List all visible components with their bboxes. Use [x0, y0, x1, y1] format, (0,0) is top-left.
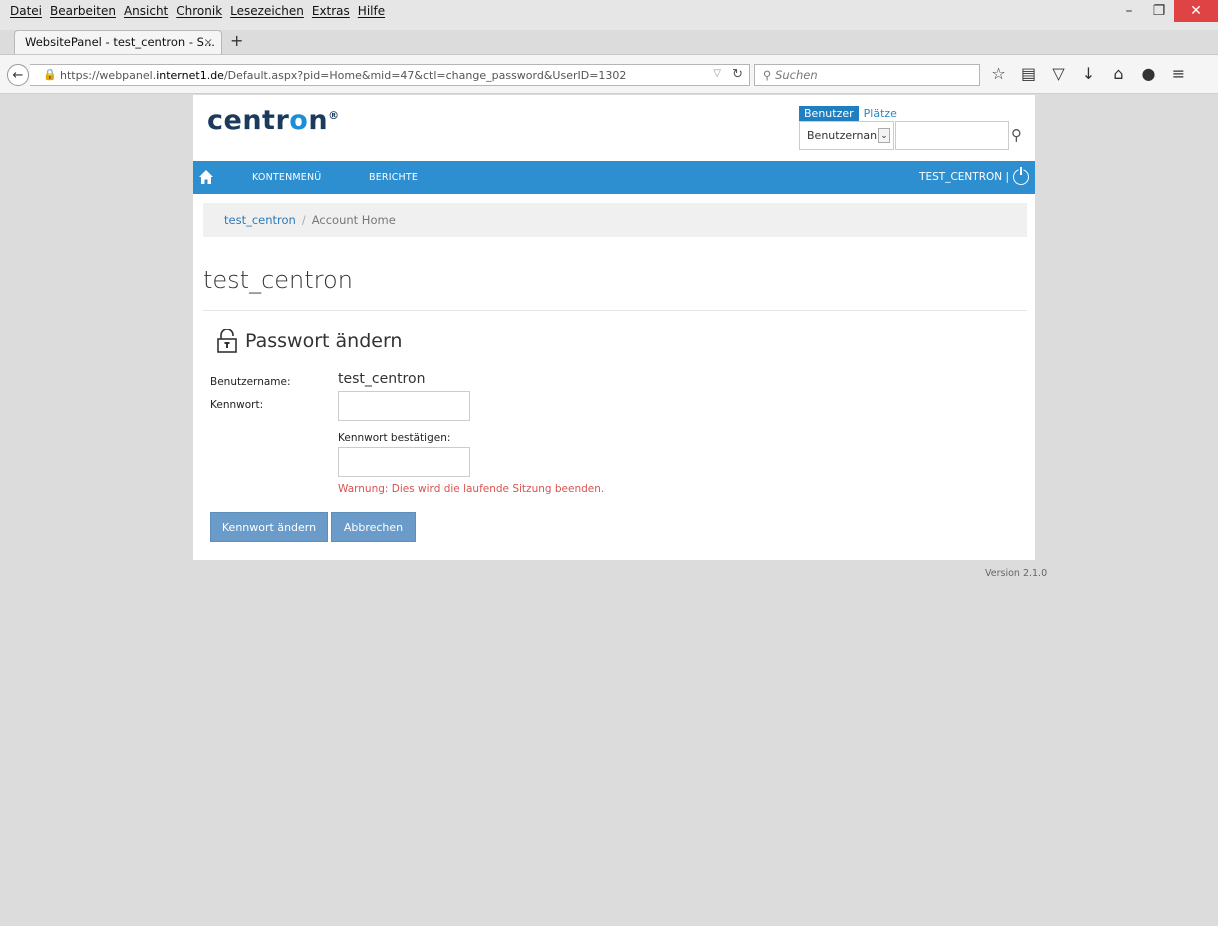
breadcrumb-link[interactable]: test_centron	[224, 213, 296, 227]
menu-extras[interactable]: Extras	[312, 4, 350, 18]
reading-list-icon[interactable]: ▤	[1020, 64, 1037, 83]
search-icon[interactable]: ⚲	[1011, 126, 1022, 144]
hamburger-menu-icon[interactable]: ≡	[1170, 64, 1187, 83]
lock-icon: 🔒	[43, 68, 57, 81]
logo-registered-mark: ®	[328, 109, 340, 122]
nav-user: TEST_CENTRON |	[919, 167, 1029, 185]
download-icon[interactable]: ↓	[1080, 64, 1097, 83]
url-dropdown-icon[interactable]: ▽	[713, 68, 721, 79]
browser-tab[interactable]: WebsitePanel - test_centron - S... ×	[14, 30, 222, 54]
reload-icon[interactable]: ↻	[732, 67, 743, 82]
divider	[203, 310, 1027, 311]
unlock-icon	[217, 329, 237, 353]
logo[interactable]: centron®	[207, 105, 340, 136]
search-placeholder: Suchen	[775, 68, 818, 82]
browser-navbar: ← 🔒 https://webpanel.internet1.de/Defaul…	[0, 54, 1218, 94]
bookmark-star-icon[interactable]: ☆	[990, 64, 1007, 83]
tab-close-icon[interactable]: ×	[203, 35, 213, 49]
menu-lesezeichen[interactable]: Lesezeichen	[230, 4, 304, 18]
nav-username[interactable]: TEST_CENTRON |	[919, 171, 1009, 183]
browser-menubar: Datei Bearbeiten Ansicht Chronik Lesezei…	[0, 0, 1218, 30]
confirm-password-label: Kennwort bestätigen:	[338, 432, 451, 444]
logo-text-start: centr	[207, 105, 290, 136]
menu-ansicht[interactable]: Ansicht	[124, 4, 168, 18]
select-value: Benutzernan	[807, 129, 878, 142]
browser-search-input[interactable]: ⚲ Suchen	[754, 64, 980, 86]
toolbar-icons: ☆ ▤ ▽ ↓ ⌂ ● ≡	[990, 64, 1187, 83]
search-icon: ⚲	[763, 68, 772, 82]
logo-text-accent: o	[289, 105, 309, 136]
username-value: test_centron	[338, 371, 426, 387]
breadcrumb-separator: /	[301, 213, 306, 227]
menu-hilfe[interactable]: Hilfe	[358, 4, 385, 18]
section-title-text: Passwort ändern	[245, 330, 403, 352]
url-bar[interactable]: 🔒 https://webpanel.internet1.de/Default.…	[30, 64, 750, 86]
menu-chronik[interactable]: Chronik	[176, 4, 222, 18]
url-host: internet1.de	[156, 69, 224, 82]
new-tab-button[interactable]: +	[230, 31, 243, 50]
password-label: Kennwort:	[210, 399, 264, 411]
nav-berichte[interactable]: BERICHTE	[369, 172, 418, 183]
cancel-button[interactable]: Abbrechen	[331, 512, 416, 542]
back-arrow-icon: ←	[12, 67, 24, 83]
home-icon[interactable]: ⌂	[1110, 64, 1127, 83]
breadcrumb: test_centron / Account Home	[203, 203, 1027, 237]
page-title: test_centron	[203, 266, 353, 294]
breadcrumb-current: Account Home	[311, 213, 396, 227]
search-field-select[interactable]: Benutzernan ⌄	[799, 121, 894, 150]
chat-icon[interactable]: ●	[1140, 64, 1157, 83]
confirm-password-field[interactable]	[338, 447, 470, 477]
back-button[interactable]: ←	[7, 64, 29, 86]
home-icon[interactable]	[198, 169, 214, 185]
logo-text-end: n	[308, 105, 329, 136]
restore-button[interactable]: ❐	[1144, 0, 1174, 22]
main-nav-bar: KONTENMENÜ BERICHTE TEST_CENTRON |	[193, 161, 1035, 194]
chevron-down-icon: ⌄	[878, 128, 890, 143]
header-search-input[interactable]	[895, 121, 1009, 150]
menu-list: Datei Bearbeiten Ansicht Chronik Lesezei…	[10, 4, 385, 18]
pocket-icon[interactable]: ▽	[1050, 64, 1067, 83]
menu-datei[interactable]: Datei	[10, 4, 42, 18]
url-prefix: https://webpanel.	[60, 69, 157, 82]
search-scope-tabs: Benutzer Plätze	[799, 106, 902, 121]
url-path: /Default.aspx?pid=Home&mid=47&ctl=change…	[223, 69, 627, 82]
tab-benutzer[interactable]: Benutzer	[799, 106, 859, 121]
change-password-button[interactable]: Kennwort ändern	[210, 512, 328, 542]
tab-plaetze[interactable]: Plätze	[859, 106, 902, 121]
password-field[interactable]	[338, 391, 470, 421]
window-close-button[interactable]: ✕	[1174, 0, 1218, 22]
minimize-button[interactable]: –	[1114, 0, 1144, 22]
menu-bearbeiten[interactable]: Bearbeiten	[50, 4, 116, 18]
tab-title: WebsitePanel - test_centron - S...	[25, 35, 215, 49]
session-warning: Warnung: Dies wird die laufende Sitzung …	[338, 483, 605, 495]
nav-kontenmenu[interactable]: KONTENMENÜ	[252, 172, 321, 183]
page-content: centron® Benutzer Plätze Benutzernan ⌄ ⚲…	[193, 95, 1035, 560]
username-label: Benutzername:	[210, 376, 291, 388]
version-label: Version 2.1.0	[985, 568, 1048, 579]
power-icon[interactable]	[1013, 167, 1029, 185]
section-title: Passwort ändern	[217, 329, 402, 353]
window-controls: – ❐ ✕	[1114, 0, 1218, 22]
